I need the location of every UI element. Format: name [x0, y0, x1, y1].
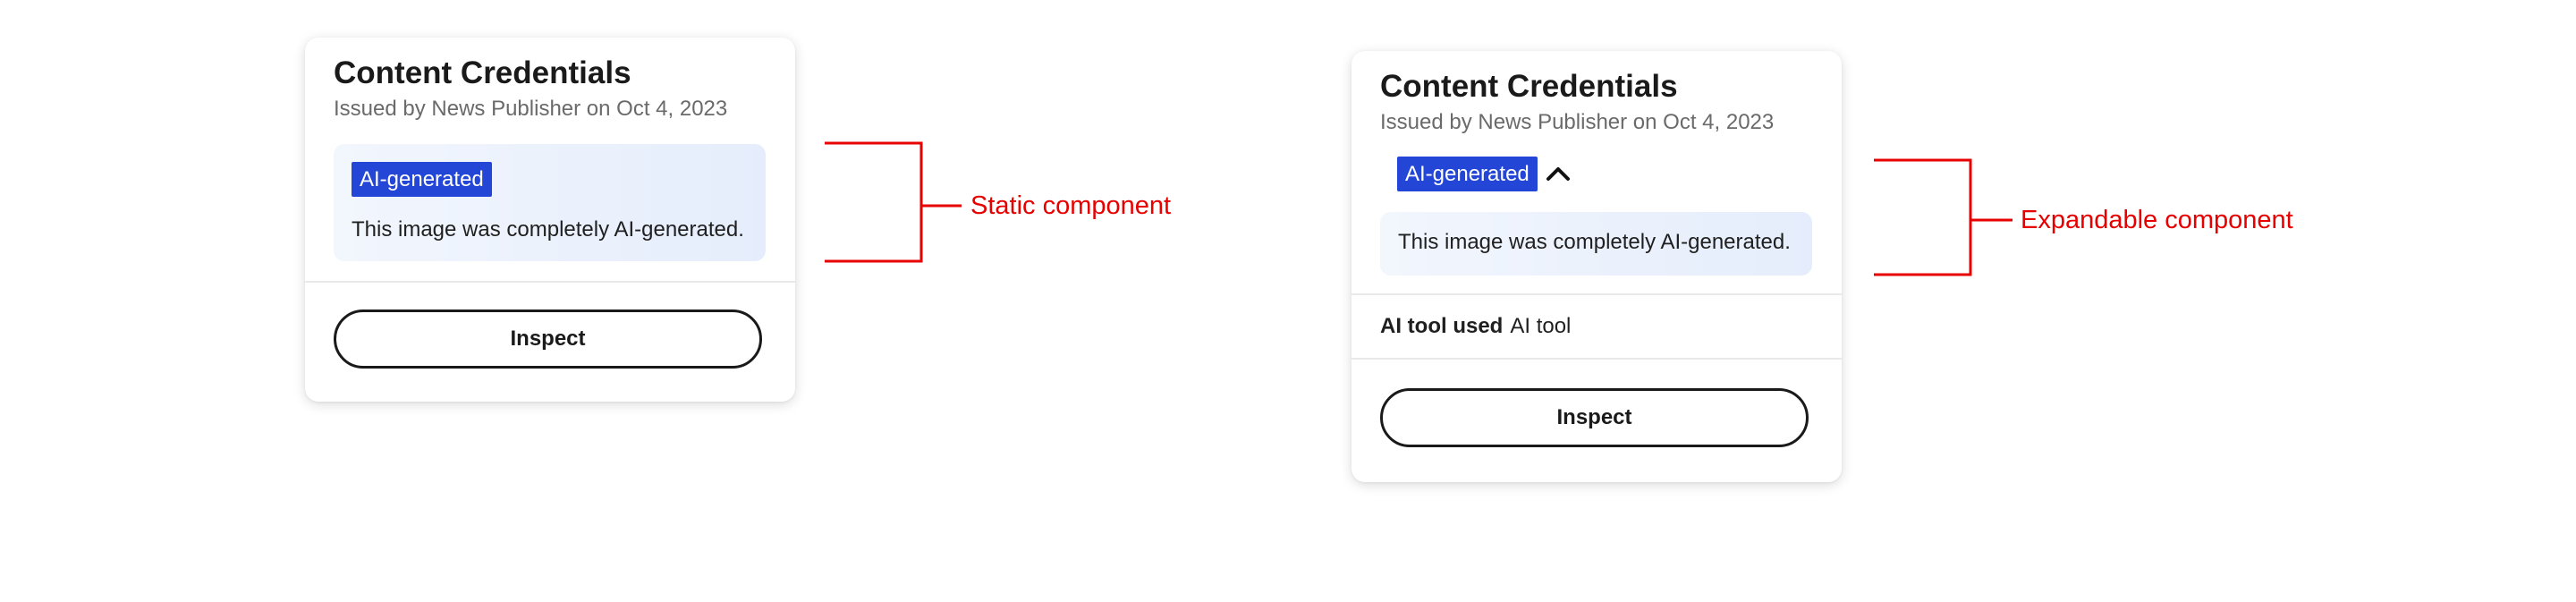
annotation-brackets — [825, 141, 2012, 276]
expandable-component-label: Expandable component — [2021, 206, 2293, 234]
canvas: Content Credentials Issued by News Publi… — [0, 0, 2576, 602]
expandable-bracket — [1874, 158, 2012, 276]
static-bracket — [825, 141, 962, 263]
static-component-label: Static component — [970, 191, 1172, 220]
